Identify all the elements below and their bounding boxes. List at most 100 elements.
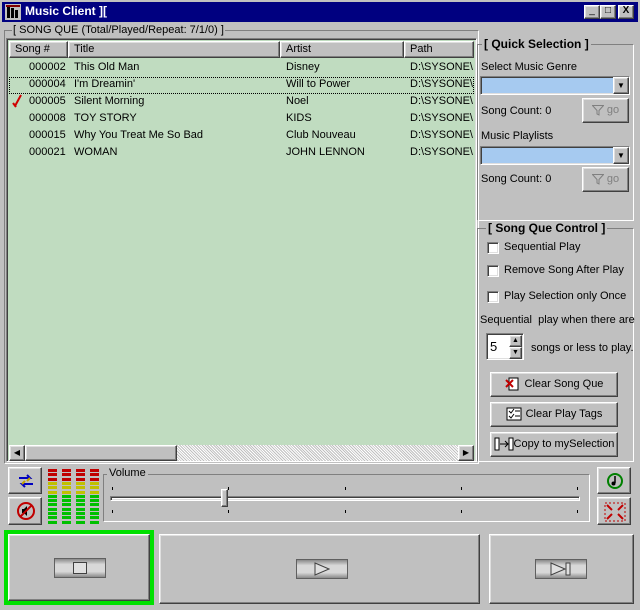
horizontal-scrollbar[interactable]: ◀ ▶ [9,445,474,461]
table-row[interactable]: 000004 I'm Dreamin' Will to Power D:\SYSONE… [9,77,474,94]
table-row[interactable]: 000005 Silent Morning Noel D:\SYSONE\ [9,94,474,111]
cell-path: D:\SYSONE\ [410,146,473,158]
table-row[interactable]: 000008 TOY STORY KIDS D:\SYSONE\ [9,111,474,128]
sequential-threshold-spinner[interactable]: 5 ▲ ▼ [486,333,524,360]
cell-title: TOY STORY [74,112,137,124]
column-artist[interactable]: Artist [280,41,404,58]
copy-arrows-icon [494,437,514,451]
vu-bar [47,467,58,525]
table-row[interactable]: 000021 WOMAN JOHN LENNON D:\SYSONE\ [9,145,474,162]
cell-path: D:\SYSONE\ [410,129,473,141]
song-que-legend: [ SONG QUE (Total/Played/Repeat: 7/1/0) … [12,24,225,36]
cell-artist: Club Nouveau [286,129,356,141]
sequential-threshold-text: Sequential play when there are [480,314,635,326]
sequential-play-label[interactable]: Sequential Play [504,241,580,253]
genre-go-button[interactable]: go [582,98,629,123]
column-path[interactable]: Path [404,41,474,58]
next-button[interactable] [489,534,634,604]
cell-artist: KIDS [286,112,312,124]
song-que-rows: 000002 This Old Man Disney D:\SYSONE\ 000004… [7,59,474,444]
refresh-button[interactable] [597,467,631,494]
genre-dropdown-button[interactable]: ▼ [613,77,629,94]
vu-bar [75,467,86,525]
spin-up-button[interactable]: ▲ [509,335,522,347]
cell-title: Silent Morning [74,95,145,107]
cell-artist: Will to Power [286,78,351,90]
chevron-down-icon: ▼ [617,81,625,90]
column-label: Artist [286,43,312,55]
arrow-left-icon: ◀ [13,448,21,457]
checklist-icon [506,407,522,421]
cell-num: 000005 [29,95,66,107]
go-label: go [606,104,620,116]
scroll-right-button[interactable]: ▶ [458,445,474,461]
song-que-list[interactable]: Song # Title Artist Path 000002 This Old … [6,38,477,462]
arrow-right-icon: ▶ [462,448,470,457]
app-icon[interactable] [5,4,21,20]
close-button[interactable]: X [618,5,634,19]
clear-play-tags-button[interactable]: Clear Play Tags [490,402,618,427]
threshold-value[interactable]: 5 [490,339,497,354]
maximize-button[interactable]: □ [600,5,616,19]
cell-title: This Old Man [74,61,140,73]
fullscreen-button[interactable] [597,497,631,525]
cell-path: D:\SYSONE\ [410,61,473,73]
cell-artist: Disney [286,61,320,73]
scroll-thumb[interactable] [25,445,177,461]
cell-path: D:\SYSONE\ [410,112,473,124]
remove-after-play-label[interactable]: Remove Song After Play [504,264,624,276]
column-song-number[interactable]: Song # [9,41,68,58]
play-button[interactable] [159,534,480,604]
cell-num: 000015 [29,129,66,141]
title-bar[interactable]: Music Client ][ _ □ X [2,2,638,22]
skip-next-icon [535,559,587,579]
play-once-label[interactable]: Play Selection only Once [504,290,626,302]
clear-song-que-label: Clear Song Que [524,378,604,390]
chevron-down-icon: ▼ [617,151,625,160]
vu-bar [61,467,72,525]
song-que-header: Song # Title Artist Path [9,41,474,58]
que-control-legend: [ Song Que Control ] [486,221,608,235]
stop-icon [54,558,106,578]
stop-button-highlight [4,530,154,605]
cell-title: Why You Treat Me So Bad [74,129,204,141]
playlist-select[interactable]: ▼ [480,146,630,165]
quick-selection-legend: [ Quick Selection ] [482,37,591,51]
sequential-play-checkbox[interactable] [487,242,499,254]
genre-label: Select Music Genre [481,61,577,73]
volume-label: Volume [107,467,148,479]
playlist-dropdown-button[interactable]: ▼ [613,147,629,164]
maximize-icon: □ [604,5,612,16]
repeat-arrows-icon [17,473,35,492]
stop-button[interactable] [8,534,150,601]
cell-title: WOMAN [74,146,118,158]
clear-song-que-button[interactable]: Clear Song Que [490,372,618,397]
sequential-threshold-suffix: songs or less to play. [531,342,634,354]
cell-artist: JOHN LENNON [286,146,365,158]
volume-slider-track[interactable] [110,496,580,501]
playlists-label: Music Playlists [481,130,554,142]
play-once-checkbox[interactable] [487,291,499,303]
spin-down-button[interactable]: ▼ [509,347,522,359]
repeat-button[interactable] [8,467,42,494]
playlist-go-button[interactable]: go [582,167,629,192]
volume-slider-thumb[interactable] [220,489,228,507]
scroll-left-button[interactable]: ◀ [9,445,25,461]
genre-select[interactable]: ▼ [480,76,630,95]
remove-after-play-checkbox[interactable] [487,265,499,277]
clear-play-tags-label: Clear Play Tags [525,408,603,420]
cell-path: D:\SYSONE\ [410,78,473,90]
clear-doc-icon [504,377,521,391]
speaker-muted-icon [16,502,36,523]
minimize-button[interactable]: _ [584,5,600,19]
column-title[interactable]: Title [68,41,280,58]
cell-artist: Noel [286,95,309,107]
cell-num: 000002 [29,61,66,73]
mute-button[interactable] [8,497,42,525]
refresh-music-icon [606,472,624,493]
copy-to-myselection-button[interactable]: Copy to mySelection [490,432,618,457]
cell-num: 000004 [29,78,66,90]
table-row[interactable]: 000002 This Old Man Disney D:\SYSONE\ [9,60,474,77]
table-row[interactable]: 000015 Why You Treat Me So Bad Club Nouvea… [9,128,474,145]
window-title: Music Client ][ [25,4,108,18]
